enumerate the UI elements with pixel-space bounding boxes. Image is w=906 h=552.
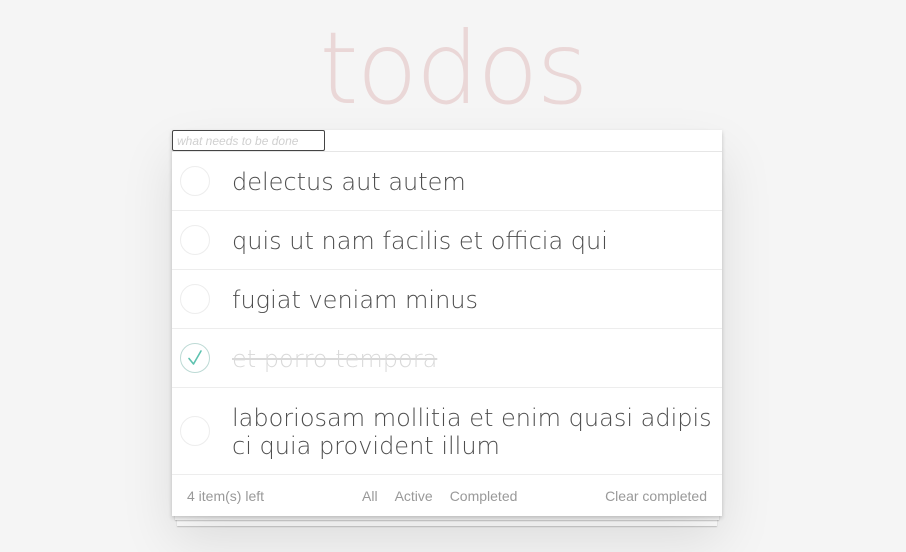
todo-toggle[interactable] [180,166,210,196]
checkmark-icon [188,350,202,365]
todo-item: quis ut nam facilis et officia qui [172,211,722,270]
todo-item: delectus aut autem [172,152,722,211]
todo-label[interactable]: fugiat veniam minus [232,270,712,329]
todo-item: fugiat veniam minus [172,270,722,329]
filter-tabs: All Active Completed [362,488,517,504]
todo-footer: 4 item(s) left All Active Completed Clea… [172,475,722,516]
items-left-count: 4 item(s) left [187,488,265,504]
todo-app: delectus aut autem quis ut nam facilis e… [172,130,722,516]
todo-label[interactable]: quis ut nam facilis et officia qui [232,211,712,270]
todo-toggle[interactable] [180,416,210,446]
todo-label[interactable]: delectus aut autem [232,152,712,211]
app-title: todos [319,10,588,127]
clear-completed-button[interactable]: Clear completed [605,488,707,504]
todo-list: delectus aut autem quis ut nam facilis e… [172,152,722,475]
todo-label[interactable]: et porro tempora [232,329,712,388]
todo-toggle[interactable] [180,284,210,314]
new-todo-input[interactable] [172,130,325,151]
filter-active[interactable]: Active [395,488,433,504]
todo-toggle[interactable] [180,343,210,373]
todo-label[interactable]: laboriosam mollitia et enim quasi adipis… [232,388,712,475]
filter-completed[interactable]: Completed [450,488,518,504]
todo-item: et porro tempora [172,329,722,388]
todo-item: laboriosam mollitia et enim quasi adipis… [172,388,722,475]
todo-toggle[interactable] [180,225,210,255]
filter-all[interactable]: All [362,488,378,504]
